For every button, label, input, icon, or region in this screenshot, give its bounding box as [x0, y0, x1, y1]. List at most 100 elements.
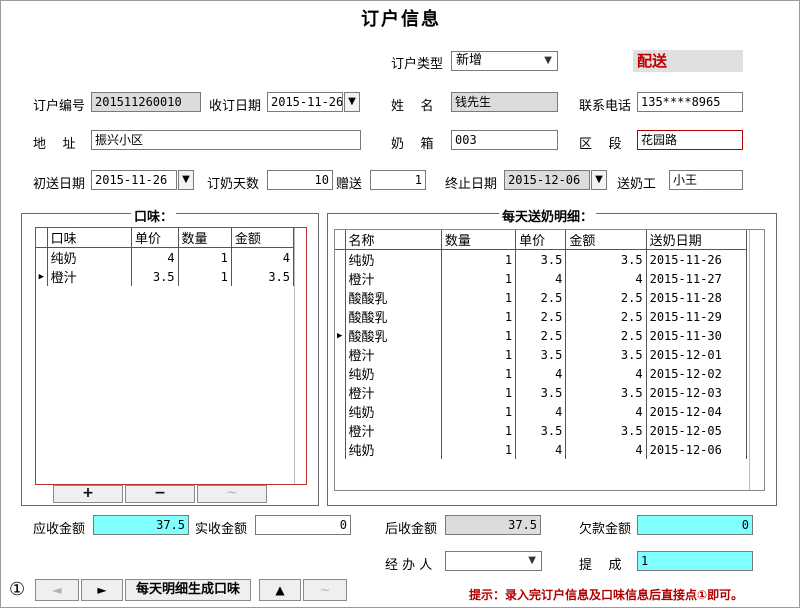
- order-no-field[interactable]: 201511260010: [91, 92, 201, 112]
- detail-cell-qty[interactable]: 1: [441, 421, 517, 440]
- receivable-field[interactable]: 37.5: [93, 515, 189, 535]
- detail-row[interactable]: 酸酸乳 1 2.5 2.5 2015-11-29: [335, 307, 748, 326]
- detail-cell-price[interactable]: 3.5: [515, 249, 567, 269]
- detail-row[interactable]: 橙汁 1 3.5 3.5 2015-12-05: [335, 421, 748, 440]
- detail-cell-amount[interactable]: 3.5: [565, 345, 647, 364]
- remove-flavor-button[interactable]: −: [125, 485, 195, 503]
- detail-cell-price[interactable]: 4: [515, 440, 567, 459]
- detail-row[interactable]: 纯奶 1 4 4 2015-12-04: [335, 402, 748, 421]
- up-button[interactable]: ▲: [259, 579, 301, 601]
- detail-cell-price[interactable]: 2.5: [515, 288, 567, 307]
- detail-cell-date[interactable]: 2015-12-01: [646, 345, 748, 364]
- detail-cell-date[interactable]: 2015-11-30: [646, 326, 748, 345]
- detail-cell-qty[interactable]: 1: [441, 288, 517, 307]
- detail-cell-date[interactable]: 2015-11-27: [646, 269, 748, 288]
- gift-field[interactable]: 1: [370, 170, 426, 190]
- next-button[interactable]: ►: [81, 579, 123, 601]
- detail-cell-amount[interactable]: 2.5: [565, 307, 647, 326]
- detail-row[interactable]: 酸酸乳 1 2.5 2.5 2015-11-28: [335, 288, 748, 307]
- detail-cell-date[interactable]: 2015-11-26: [646, 249, 748, 269]
- order-date-field[interactable]: 2015-11-26: [267, 92, 343, 112]
- detail-cell-amount[interactable]: 3.5: [565, 383, 647, 402]
- detail-cell-price[interactable]: 4: [515, 269, 567, 288]
- detail-cell-price[interactable]: 3.5: [515, 421, 567, 440]
- flavor-row[interactable]: 纯奶 4 1 4: [36, 247, 295, 267]
- detail-cell-amount[interactable]: 2.5: [565, 326, 647, 345]
- detail-cell-name[interactable]: 酸酸乳: [345, 307, 442, 326]
- start-date-field[interactable]: 2015-11-26: [91, 170, 177, 190]
- detail-cell-price[interactable]: 3.5: [515, 345, 567, 364]
- area-field[interactable]: 花园路: [637, 130, 743, 150]
- detail-cell-qty[interactable]: 1: [441, 307, 517, 326]
- detail-cell-amount[interactable]: 2.5: [565, 288, 647, 307]
- detail-cell-qty[interactable]: 1: [441, 326, 517, 345]
- detail-cell-qty[interactable]: 1: [441, 383, 517, 402]
- col-name[interactable]: 名称: [345, 230, 442, 250]
- detail-cell-name[interactable]: 橙汁: [345, 421, 442, 440]
- add-flavor-button[interactable]: +: [53, 485, 123, 503]
- days-field[interactable]: 10: [267, 170, 333, 190]
- flavor-cell-amount[interactable]: 3.5: [231, 267, 295, 286]
- detail-cell-price[interactable]: 2.5: [515, 307, 567, 326]
- detail-row[interactable]: 橙汁 1 3.5 3.5 2015-12-01: [335, 345, 748, 364]
- flavor-cell-price[interactable]: 3.5: [131, 267, 179, 286]
- col-amount[interactable]: 金额: [231, 228, 295, 248]
- order-date-dropdown[interactable]: ▼: [344, 92, 360, 112]
- flavor-grid[interactable]: 口味 单价 数量 金额 纯奶 4 1 4 ▶ 橙汁 3.5 1 3.5: [35, 227, 307, 485]
- detail-cell-qty[interactable]: 1: [441, 402, 517, 421]
- flavor-cell-qty[interactable]: 1: [178, 267, 232, 286]
- detail-cell-price[interactable]: 3.5: [515, 383, 567, 402]
- col-amount[interactable]: 金额: [565, 230, 647, 250]
- detail-cell-name[interactable]: 纯奶: [345, 364, 442, 383]
- edit-button[interactable]: ~: [303, 579, 347, 601]
- flavor-cell-price[interactable]: 4: [131, 247, 179, 267]
- detail-row[interactable]: 纯奶 1 4 4 2015-12-02: [335, 364, 748, 383]
- order-type-select[interactable]: 新增 ▼: [451, 51, 558, 71]
- detail-cell-date[interactable]: 2015-12-06: [646, 440, 748, 459]
- milk-box-field[interactable]: 003: [451, 130, 558, 150]
- start-date-dropdown[interactable]: ▼: [178, 170, 194, 190]
- detail-cell-amount[interactable]: 4: [565, 402, 647, 421]
- detail-cell-price[interactable]: 4: [515, 364, 567, 383]
- col-flavor[interactable]: 口味: [47, 228, 132, 248]
- detail-cell-name[interactable]: 橙汁: [345, 383, 442, 402]
- detail-cell-date[interactable]: 2015-11-28: [646, 288, 748, 307]
- col-date[interactable]: 送奶日期: [646, 230, 748, 250]
- detail-cell-qty[interactable]: 1: [441, 364, 517, 383]
- detail-row[interactable]: 纯奶 1 4 4 2015-12-06: [335, 440, 748, 459]
- later-field[interactable]: 37.5: [445, 515, 541, 535]
- flavor-cell-name[interactable]: 橙汁: [47, 267, 132, 286]
- detail-cell-amount[interactable]: 3.5: [565, 421, 647, 440]
- detail-cell-name[interactable]: 纯奶: [345, 440, 442, 459]
- detail-row[interactable]: 橙汁 1 3.5 3.5 2015-12-03: [335, 383, 748, 402]
- col-price[interactable]: 单价: [131, 228, 179, 248]
- col-qty[interactable]: 数量: [441, 230, 517, 250]
- received-field[interactable]: 0: [255, 515, 351, 535]
- col-qty[interactable]: 数量: [178, 228, 232, 248]
- detail-cell-name[interactable]: 橙汁: [345, 269, 442, 288]
- detail-grid[interactable]: 名称 数量 单价 金额 送奶日期 纯奶 1 3.5 3.5 2015-11-26 橙汁 1 4…: [334, 229, 765, 491]
- flavor-cell-amount[interactable]: 4: [231, 247, 295, 267]
- prev-button[interactable]: ◄: [35, 579, 79, 601]
- detail-cell-amount[interactable]: 4: [565, 364, 647, 383]
- detail-cell-name[interactable]: 纯奶: [345, 249, 442, 269]
- detail-cell-amount[interactable]: 4: [565, 440, 647, 459]
- flavor-cell-name[interactable]: 纯奶: [47, 247, 132, 267]
- end-date-field[interactable]: 2015-12-06: [504, 170, 590, 190]
- detail-cell-date[interactable]: 2015-12-03: [646, 383, 748, 402]
- detail-cell-date[interactable]: 2015-12-04: [646, 402, 748, 421]
- generate-flavor-button[interactable]: 每天明细生成口味: [125, 579, 251, 601]
- col-price[interactable]: 单价: [515, 230, 567, 250]
- detail-cell-price[interactable]: 4: [515, 402, 567, 421]
- detail-cell-date[interactable]: 2015-12-05: [646, 421, 748, 440]
- commission-field[interactable]: 1: [637, 551, 753, 571]
- edit-flavor-button[interactable]: ~: [197, 485, 267, 503]
- detail-cell-qty[interactable]: 1: [441, 249, 517, 269]
- detail-cell-qty[interactable]: 1: [441, 269, 517, 288]
- handler-select[interactable]: ▼: [445, 551, 542, 571]
- detail-cell-name[interactable]: 纯奶: [345, 402, 442, 421]
- end-date-dropdown[interactable]: ▼: [591, 170, 607, 190]
- detail-row[interactable]: 橙汁 1 4 4 2015-11-27: [335, 269, 748, 288]
- detail-cell-price[interactable]: 2.5: [515, 326, 567, 345]
- detail-cell-name[interactable]: 酸酸乳: [345, 326, 442, 345]
